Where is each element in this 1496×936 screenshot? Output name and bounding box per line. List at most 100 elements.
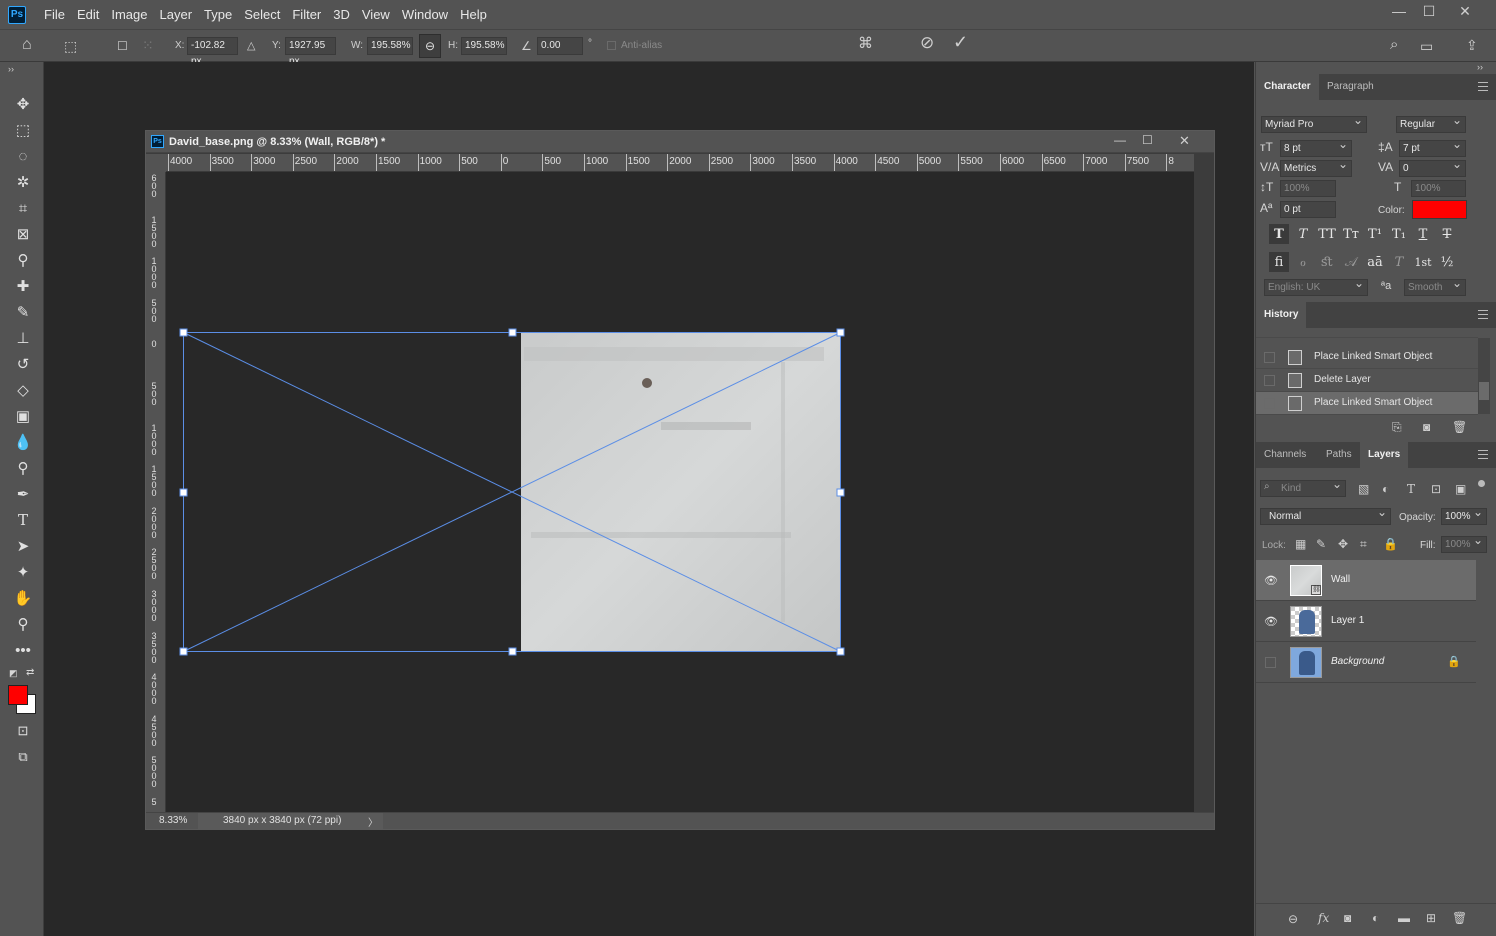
height-field[interactable]: 195.58%: [461, 37, 507, 55]
screen-mode-icon[interactable]: ⧉: [10, 746, 36, 768]
swash-button[interactable]: 𝒜: [1341, 252, 1361, 272]
default-colors-icon[interactable]: ◩: [9, 668, 18, 679]
antialias-checkbox[interactable]: [607, 41, 616, 50]
transform-handle-bottom[interactable]: [508, 647, 517, 656]
lock-image-icon[interactable]: ✎: [1316, 537, 1326, 551]
history-brush-tool-icon[interactable]: ↺: [10, 353, 36, 375]
text-color-swatch[interactable]: [1412, 200, 1467, 219]
tab-paragraph[interactable]: Paragraph: [1319, 74, 1382, 100]
vertical-ruler[interactable]: 6001500100050005001000150020002500300035…: [146, 172, 166, 812]
zoom-level[interactable]: 8.33%: [159, 815, 187, 826]
delete-state-icon[interactable]: 🗑: [1452, 420, 1467, 434]
stylistic-alternates-button[interactable]: aā: [1365, 252, 1385, 272]
history-snapshot-checkbox[interactable]: [1264, 352, 1275, 363]
doc-minimize-button[interactable]: —: [1114, 133, 1126, 147]
minimize-button[interactable]: —: [1384, 0, 1414, 22]
kerning-field[interactable]: Metrics: [1280, 157, 1352, 177]
y-field[interactable]: 1927.95 px: [285, 37, 336, 67]
eraser-tool-icon[interactable]: ◇: [10, 379, 36, 401]
transform-handle-top-left[interactable]: [179, 328, 188, 337]
filter-pixel-icon[interactable]: ▧: [1358, 482, 1369, 496]
vertical-scale-field[interactable]: 100%: [1280, 180, 1336, 197]
filter-shape-icon[interactable]: ⊡: [1431, 482, 1441, 496]
new-group-icon[interactable]: ▬: [1398, 911, 1410, 925]
gradient-tool-icon[interactable]: ▣: [10, 405, 36, 427]
link-aspect-ratio-button[interactable]: ⊖: [419, 34, 441, 58]
menu-3d[interactable]: 3D: [327, 0, 356, 29]
layer-row-wall[interactable]: 👁 ⛓ Wall: [1256, 560, 1476, 601]
brush-tool-icon[interactable]: ✎: [10, 301, 36, 323]
zoom-tool-icon[interactable]: ⚲: [10, 613, 36, 635]
magic-wand-tool-icon[interactable]: ✲: [10, 171, 36, 193]
clone-stamp-tool-icon[interactable]: ⊥: [10, 327, 36, 349]
horizontal-ruler[interactable]: 4000 3500 3000 2500 2000 1500 1000 500 0 500 1000 1…: [166, 154, 1194, 172]
document-tab[interactable]: Ps David_base.png @ 8.33% (Wall, RGB/8*)…: [146, 131, 1214, 153]
doc-close-button[interactable]: ✕: [1179, 133, 1190, 149]
path-selection-tool-icon[interactable]: ➤: [10, 535, 36, 557]
vertical-scrollbar[interactable]: [1194, 172, 1214, 812]
visibility-eye-icon[interactable]: 👁: [1264, 615, 1278, 628]
collapse-toolbar-icon[interactable]: ››: [8, 64, 14, 74]
dodge-tool-icon[interactable]: ⚲: [10, 457, 36, 479]
link-layers-icon[interactable]: ⊖: [1288, 912, 1298, 926]
opacity-field[interactable]: 100%: [1441, 505, 1487, 525]
visibility-eye-icon[interactable]: 👁: [1264, 574, 1278, 587]
filter-smart-object-icon[interactable]: ▣: [1455, 482, 1466, 496]
ordinals-button[interactable]: 1st: [1413, 252, 1433, 272]
transform-handle-right[interactable]: [836, 488, 845, 497]
reference-point-grid-icon[interactable]: ⁙: [142, 38, 154, 52]
relative-position-icon[interactable]: △: [247, 39, 255, 53]
font-style-select[interactable]: Regular: [1396, 113, 1466, 133]
underline-button[interactable]: T: [1413, 224, 1433, 244]
transform-handle-bottom-right[interactable]: [836, 647, 845, 656]
antialias-select[interactable]: Smooth: [1404, 276, 1466, 296]
new-document-from-state-icon[interactable]: ⎘: [1392, 420, 1402, 435]
language-select[interactable]: English: UK: [1264, 276, 1368, 296]
warp-mode-icon[interactable]: ⌘: [858, 36, 873, 51]
share-icon[interactable]: ⇪: [1466, 38, 1478, 52]
ligatures-button[interactable]: fi: [1269, 252, 1289, 272]
menu-type[interactable]: Type: [198, 0, 238, 29]
commit-transform-icon[interactable]: ✓: [953, 33, 968, 51]
tab-layers[interactable]: Layers: [1360, 442, 1409, 468]
adjustment-layer-icon[interactable]: ◐: [1372, 911, 1379, 925]
strikethrough-button[interactable]: T: [1437, 224, 1457, 244]
tab-history[interactable]: History: [1256, 302, 1307, 328]
transform-handle-top[interactable]: [508, 328, 517, 337]
baseline-shift-field[interactable]: 0 pt: [1280, 201, 1336, 218]
history-item[interactable]: Place Linked Smart Object: [1256, 346, 1478, 369]
lock-artboard-icon[interactable]: ⌗: [1360, 537, 1367, 552]
character-panel-menu-icon[interactable]: [1478, 82, 1488, 91]
history-item-selected[interactable]: Place Linked Smart Object: [1256, 392, 1478, 415]
menu-view[interactable]: View: [356, 0, 396, 29]
close-button[interactable]: ✕: [1450, 0, 1480, 22]
new-layer-icon[interactable]: ⊞: [1426, 911, 1436, 925]
shape-tool-icon[interactable]: ✦: [10, 561, 36, 583]
type-tool-icon[interactable]: T: [10, 509, 36, 531]
collapse-panels-icon[interactable]: ››: [1477, 62, 1483, 72]
wall-texture-image[interactable]: [521, 332, 841, 652]
status-arrow-icon[interactable]: 〉: [368, 814, 378, 829]
fill-field[interactable]: 100%: [1441, 533, 1487, 553]
layers-panel-menu-icon[interactable]: [1478, 450, 1488, 459]
faux-italic-button[interactable]: T: [1293, 224, 1313, 244]
faux-bold-button[interactable]: T: [1269, 224, 1289, 244]
menu-edit[interactable]: Edit: [71, 0, 105, 29]
leading-field[interactable]: 7 pt: [1399, 137, 1466, 157]
blend-mode-select[interactable]: Normal: [1260, 505, 1391, 525]
filter-adjustment-icon[interactable]: ◐: [1382, 482, 1389, 496]
horizontal-scale-field[interactable]: 100%: [1411, 180, 1466, 197]
canvas-area[interactable]: [166, 172, 1194, 812]
history-snapshot-checkbox[interactable]: [1264, 375, 1275, 386]
all-caps-button[interactable]: TT: [1317, 224, 1337, 244]
visibility-toggle-empty[interactable]: [1265, 657, 1276, 668]
transform-handle-top-right[interactable]: [836, 328, 845, 337]
layer-style-fx-icon[interactable]: fx: [1318, 911, 1329, 925]
subscript-button[interactable]: T₁: [1389, 224, 1409, 244]
delete-layer-icon[interactable]: 🗑: [1452, 911, 1467, 925]
menu-image[interactable]: Image: [105, 0, 153, 29]
lock-all-icon[interactable]: 🔒: [1383, 537, 1398, 551]
blur-tool-icon[interactable]: 💧: [10, 431, 36, 453]
foreground-color-swatch[interactable]: [8, 685, 28, 705]
discretionary-ligatures-button[interactable]: ﬆ: [1317, 252, 1337, 272]
